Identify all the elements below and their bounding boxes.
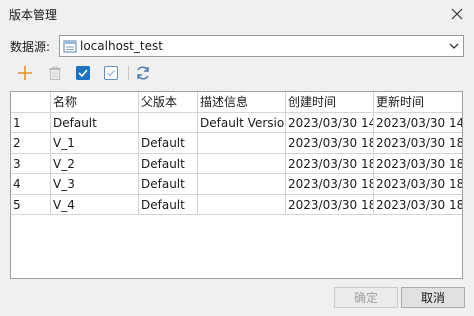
table-header: 名称 父版本 描述信息 创建时间 更新时间 [11, 92, 462, 113]
table-cell [198, 174, 286, 195]
toolbar-separator [128, 66, 129, 80]
add-icon [18, 66, 32, 80]
table-cell: 2023/03/30 18... [286, 153, 374, 174]
table-cell: Default Version [198, 112, 286, 133]
database-icon [63, 40, 77, 53]
table-row[interactable]: 3 V_2 Default 2023/03/30 18... 2023/03/3… [11, 153, 462, 174]
table-cell: 2023/03/30 18... [286, 133, 374, 154]
table-cell: 5 [11, 194, 51, 215]
table-cell [198, 133, 286, 154]
table-cell: 2023/03/30 18... [374, 133, 462, 154]
table-row[interactable]: 1 Default Default Version 2023/03/30 14.… [11, 112, 462, 133]
header-cell[interactable]: 父版本 [139, 92, 198, 113]
table-cell: V_3 [51, 174, 139, 195]
table-cell: 4 [11, 174, 51, 195]
table-cell: 2023/03/30 18... [374, 195, 462, 215]
check-all-icon [76, 66, 90, 80]
table-cell: Default [139, 153, 198, 174]
table-cell: V_2 [51, 153, 139, 174]
table-cell: Default [139, 194, 198, 215]
add-button[interactable] [15, 63, 35, 83]
datasource-value: localhost_test [80, 39, 163, 53]
header-cell[interactable]: 名称 [51, 92, 139, 113]
version-table[interactable]: 名称 父版本 描述信息 创建时间 更新时间 1 Default Default … [10, 91, 463, 279]
table-cell: 1 [11, 112, 51, 133]
table-cell: 2 [11, 133, 51, 154]
title-bar: 版本管理 [0, 0, 474, 28]
refresh-button[interactable] [133, 63, 153, 83]
table-cell: V_4 [51, 194, 139, 215]
table-cell: V_1 [51, 133, 139, 154]
toolbar [0, 60, 474, 86]
table-cell [198, 153, 286, 174]
table-cell: Default [51, 112, 139, 133]
table-row[interactable]: 4 V_3 Default 2023/03/30 18... 2023/03/3… [11, 174, 462, 195]
datasource-label: 数据源: [10, 40, 51, 54]
close-button[interactable] [446, 3, 468, 25]
table-cell: 2023/03/30 18... [374, 154, 462, 174]
refresh-icon [137, 66, 149, 80]
table-cell: 2023/03/30 18... [374, 174, 462, 195]
window-title: 版本管理 [9, 8, 58, 22]
table-cell: Default [139, 133, 198, 154]
header-cell[interactable]: 描述信息 [198, 92, 286, 113]
table-row[interactable]: 2 V_1 Default 2023/03/30 18... 2023/03/3… [11, 133, 462, 154]
table-cell: 2023/03/30 14... [374, 113, 462, 133]
header-cell[interactable] [11, 92, 51, 113]
table-cell: 2023/03/30 18... [286, 194, 374, 215]
close-icon [451, 8, 463, 20]
table-row[interactable]: 5 V_4 Default 2023/03/30 18... 2023/03/3… [11, 194, 462, 215]
table-cell [198, 194, 286, 215]
uncheck-all-button[interactable] [101, 63, 121, 83]
check-all-button[interactable] [73, 63, 93, 83]
uncheck-icon [104, 66, 118, 80]
table-cell: 2023/03/30 18... [286, 174, 374, 195]
delete-icon [49, 66, 61, 80]
table-cell: Default [139, 174, 198, 195]
chevron-down-icon [449, 43, 459, 49]
delete-button[interactable] [45, 63, 65, 83]
ok-button[interactable]: 确定 [334, 287, 398, 308]
table-cell [139, 112, 198, 133]
header-cell[interactable]: 更新时间 [374, 92, 462, 113]
table-cell: 3 [11, 153, 51, 174]
datasource-select[interactable]: localhost_test [59, 35, 464, 57]
table-cell: 2023/03/30 14... [286, 112, 374, 133]
cancel-button[interactable]: 取消 [401, 287, 465, 308]
header-cell[interactable]: 创建时间 [286, 92, 374, 113]
